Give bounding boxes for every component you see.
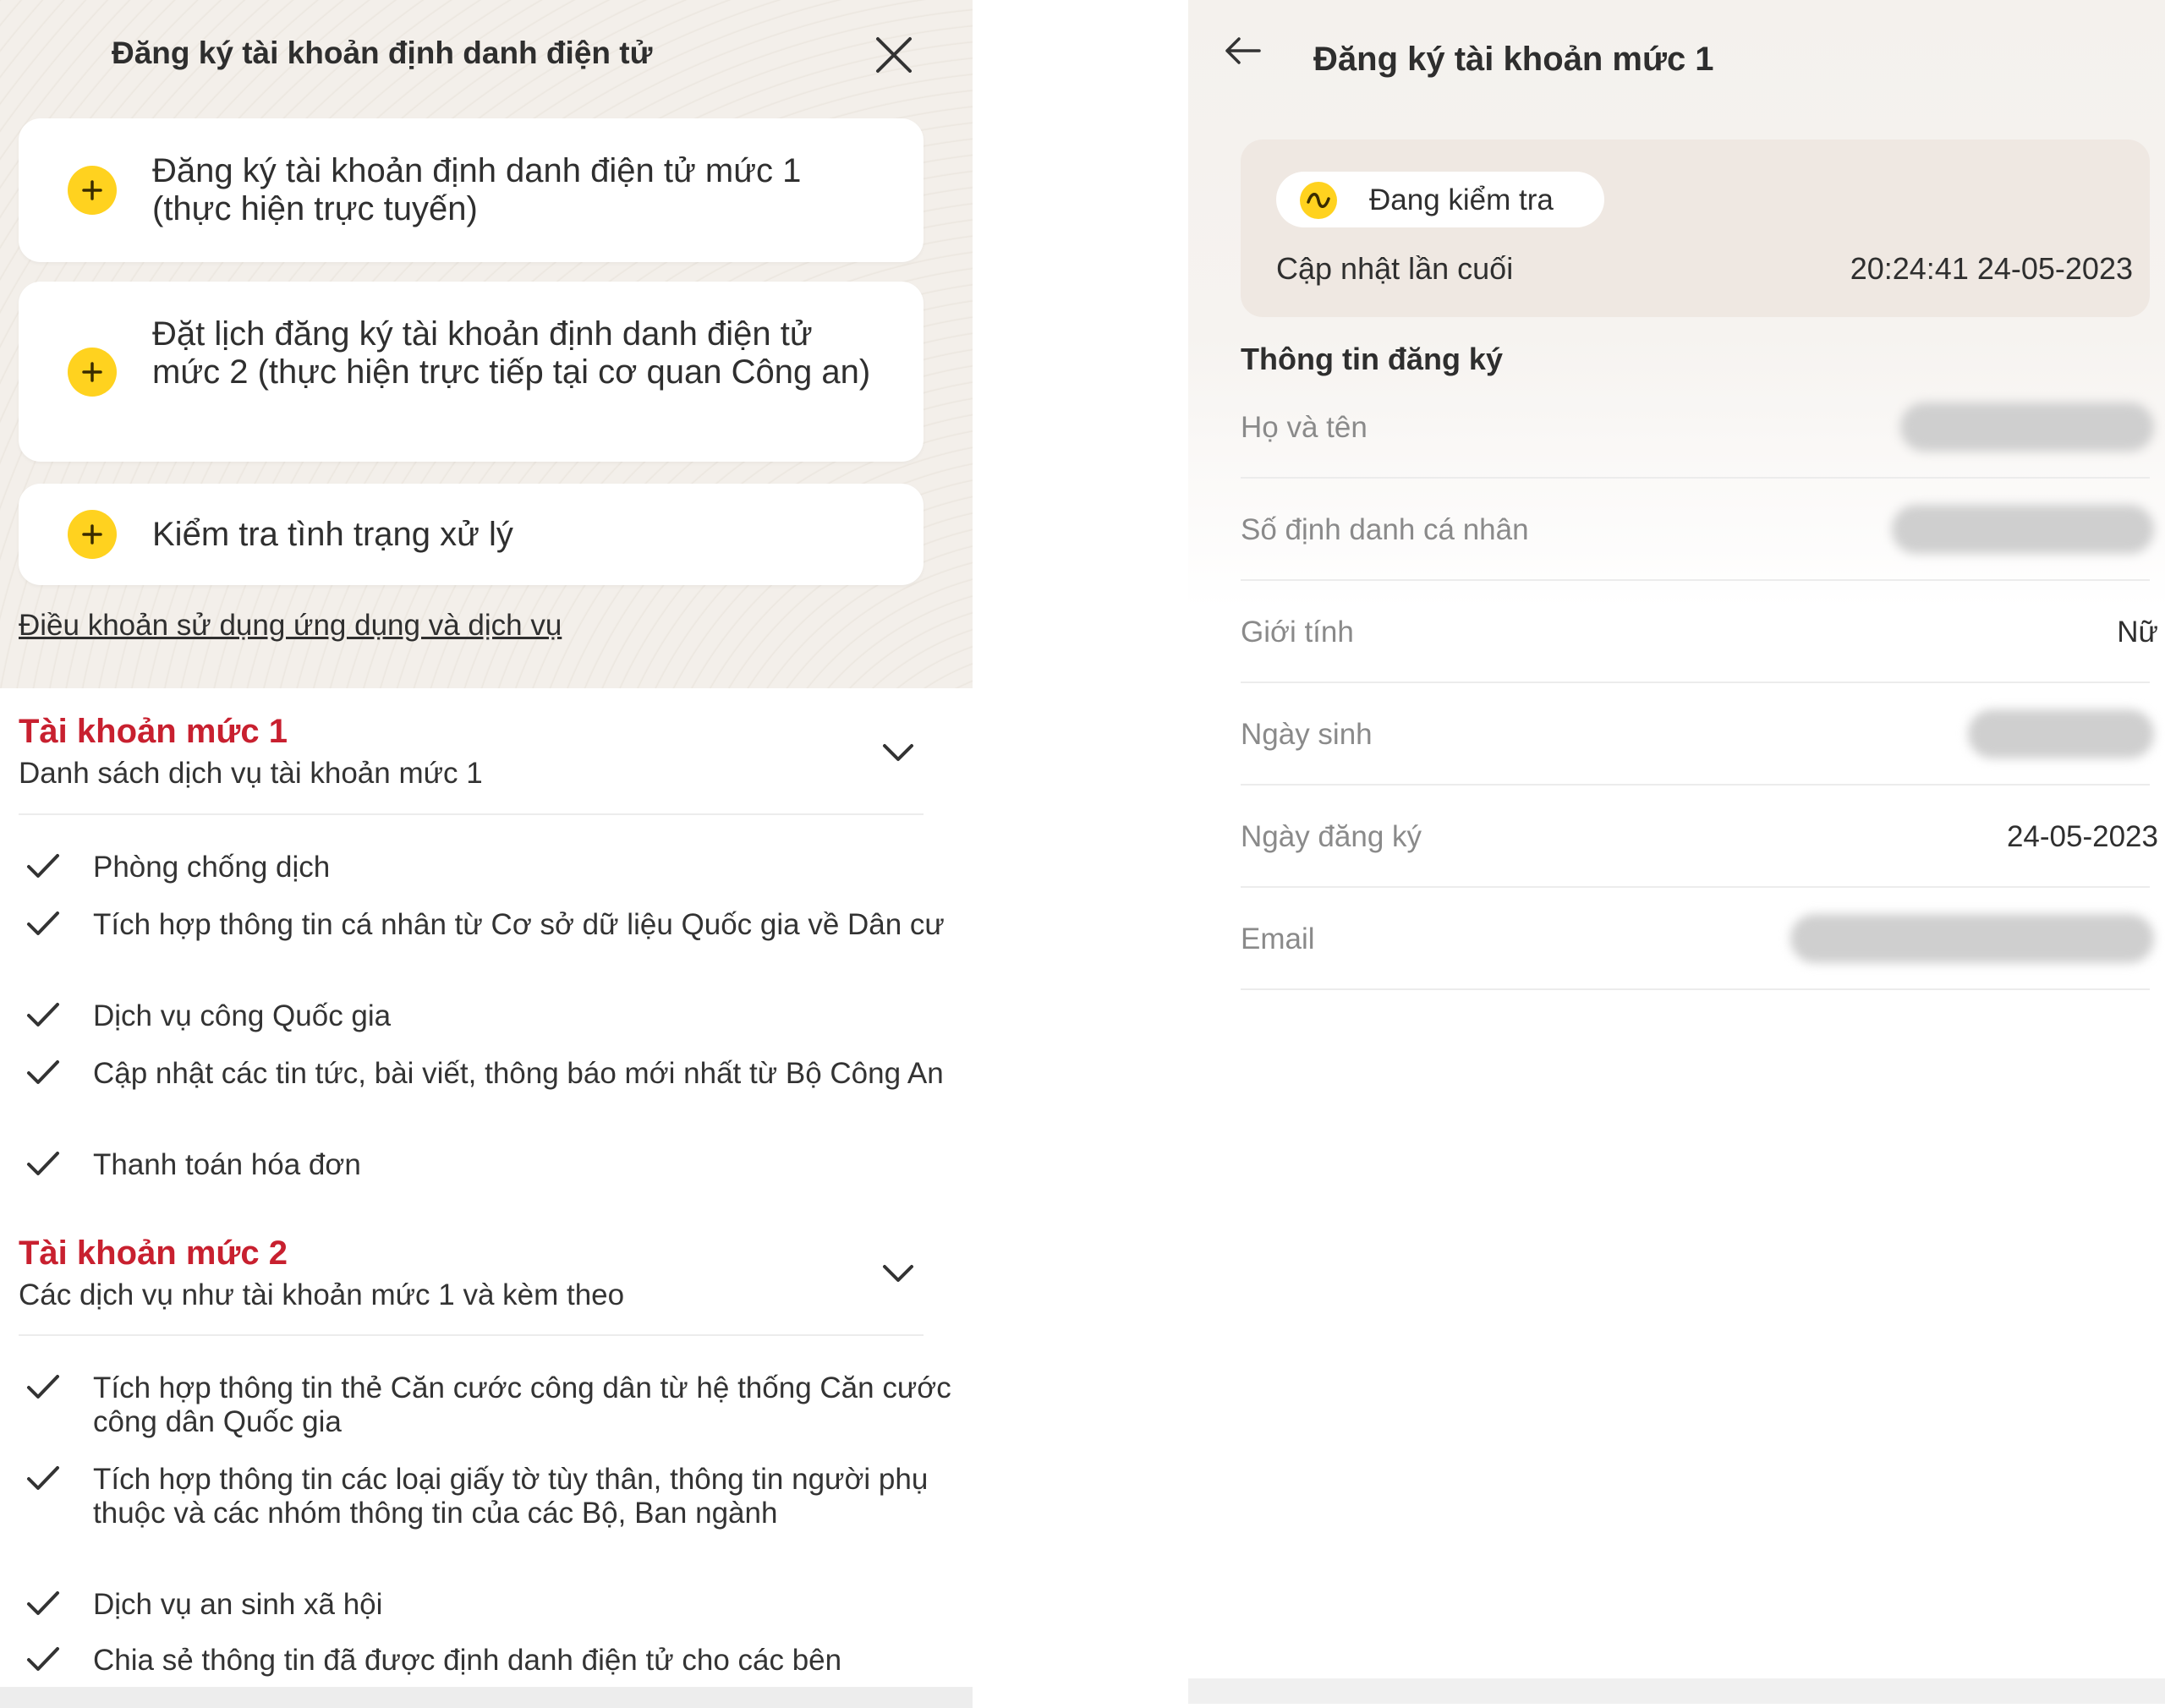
redacted-value	[1900, 402, 2154, 452]
page-title: Đăng ký tài khoản định danh điện tử	[112, 36, 653, 70]
divider	[1241, 784, 2150, 786]
info-label: Giới tính	[1241, 616, 1354, 649]
right-panel: Đăng ký tài khoản mức 1 Đang kiểm tra Cậ…	[1188, 0, 2165, 1708]
chevron-down-icon[interactable]	[880, 1262, 917, 1285]
option-label: Đặt lịch đăng ký tài khoản định danh điệ…	[152, 315, 871, 391]
left-panel: Đăng ký tài khoản định danh điện tử Đăng…	[0, 0, 973, 1708]
list-item-text: Thanh toán hóa đơn	[93, 1148, 361, 1181]
list-item: Chia sẻ thông tin đã được định danh điện…	[25, 1644, 956, 1687]
info-label: Ngày đăng ký	[1241, 820, 1422, 853]
status-label: Đang kiểm tra	[1369, 183, 1554, 216]
check-icon	[25, 1373, 61, 1402]
info-label: Ngày sinh	[1241, 718, 1373, 751]
redacted-value	[1968, 709, 2154, 758]
level1-subtitle: Danh sách dịch vụ tài khoản mức 1	[19, 757, 483, 790]
redacted-value	[1892, 505, 2154, 554]
list-item-text: Phòng chống dịch	[93, 851, 331, 884]
check-icon	[25, 910, 61, 939]
divider	[1241, 477, 2150, 479]
bottom-bar	[0, 1687, 973, 1708]
option-label: Kiểm tra tình trạng xử lý	[152, 516, 513, 553]
info-value: 24-05-2023	[2006, 820, 2158, 853]
page-title: Đăng ký tài khoản mức 1	[1313, 41, 1714, 78]
level2-title: Tài khoản mức 2	[19, 1234, 288, 1272]
list-item-text: Cập nhật các tin tức, bài viết, thông bá…	[93, 1057, 944, 1090]
chevron-down-icon[interactable]	[880, 741, 917, 764]
status-badge: Đang kiểm tra	[1276, 172, 1604, 227]
level2-subtitle: Các dịch vụ như tài khoản mức 1 và kèm t…	[19, 1278, 625, 1311]
info-label: Email	[1241, 922, 1315, 955]
divider	[1241, 682, 2150, 683]
divider	[1241, 886, 2150, 888]
option-schedule-level2[interactable]: Đặt lịch đăng ký tài khoản định danh điệ…	[19, 282, 924, 462]
option-check-status[interactable]: Kiểm tra tình trạng xử lý	[19, 484, 924, 585]
status-card: Đang kiểm tra Cập nhật lần cuối 20:24:41…	[1241, 140, 2150, 317]
check-icon	[25, 1464, 61, 1493]
info-row-gender: Giới tính Nữ	[1241, 582, 2158, 683]
close-icon[interactable]	[873, 34, 915, 76]
option-label: Đăng ký tài khoản định danh điện tử mức …	[152, 152, 802, 227]
list-item-text: Dịch vụ an sinh xã hội	[93, 1588, 383, 1621]
info-label: Số định danh cá nhân	[1241, 513, 1529, 546]
info-row-full-name: Họ và tên	[1241, 377, 2154, 479]
list-item-text: Dịch vụ công Quốc gia	[93, 999, 392, 1032]
check-icon	[25, 1645, 61, 1674]
plus-icon	[68, 348, 117, 397]
section-heading: Thông tin đăng ký	[1241, 342, 1503, 376]
check-icon	[25, 1590, 61, 1618]
redacted-value	[1790, 914, 2154, 963]
list-item-text: Tích hợp thông tin thẻ Căn cước công dân…	[93, 1371, 951, 1438]
plus-icon	[68, 510, 117, 559]
option-register-level1[interactable]: Đăng ký tài khoản định danh điện tử mức …	[19, 118, 924, 262]
terms-link[interactable]: Điều khoản sử dụng ứng dụng và dịch vụ	[19, 609, 562, 643]
list-item-text: Tích hợp thông tin cá nhân từ Cơ sở dữ l…	[93, 908, 945, 941]
info-value: Nữ	[2117, 616, 2158, 649]
divider	[1241, 579, 2150, 581]
info-label: Họ và tên	[1241, 411, 1368, 444]
divider	[19, 813, 924, 815]
list-item-text: Tích hợp thông tin các loại giấy tờ tùy …	[93, 1463, 929, 1530]
last-update-label: Cập nhật lần cuối	[1276, 251, 1514, 286]
plus-icon	[68, 166, 117, 215]
info-row-id-number: Số định danh cá nhân	[1241, 479, 2154, 581]
list-item-text: Chia sẻ thông tin đã được định danh điện…	[93, 1644, 842, 1677]
info-row-email: Email	[1241, 889, 2154, 990]
check-icon	[25, 1001, 61, 1030]
divider	[1241, 988, 2150, 990]
info-row-birth-date: Ngày sinh	[1241, 684, 2154, 786]
check-icon	[25, 1059, 61, 1087]
pending-icon	[1300, 182, 1337, 219]
divider	[19, 1334, 924, 1336]
last-update-value: 20:24:41 24-05-2023	[1850, 251, 2133, 286]
bottom-bar	[1188, 1678, 2165, 1704]
level1-title: Tài khoản mức 1	[19, 713, 288, 750]
info-row-registration-date: Ngày đăng ký 24-05-2023	[1241, 786, 2158, 888]
check-icon	[25, 852, 61, 881]
back-arrow-icon[interactable]	[1222, 34, 1264, 68]
check-icon	[25, 1150, 61, 1179]
